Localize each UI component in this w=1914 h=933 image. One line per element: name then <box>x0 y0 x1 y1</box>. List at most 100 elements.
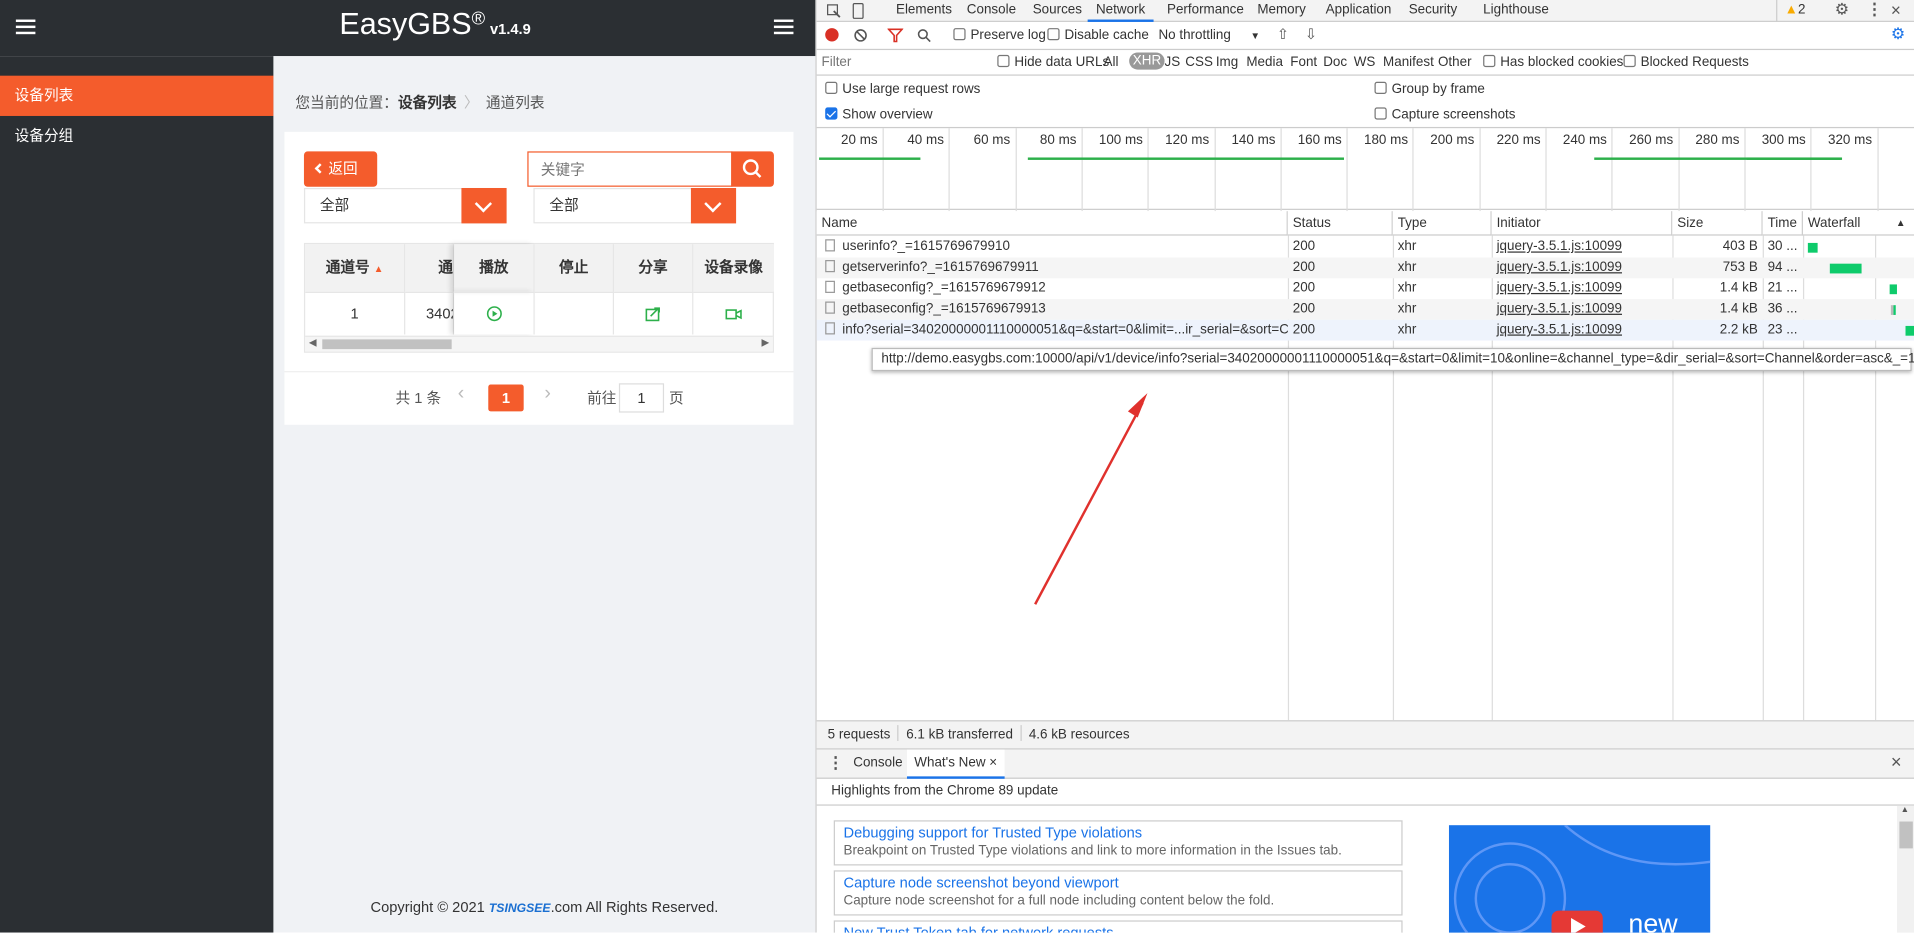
tab-elements[interactable]: Elements <box>896 0 952 22</box>
type-img[interactable]: Img <box>1216 55 1238 70</box>
tab-lighthouse[interactable]: Lighthouse <box>1483 0 1549 22</box>
scroll-left-icon[interactable]: ◀ <box>309 337 317 348</box>
request-row[interactable]: userinfo?_=1615769679910 200 xhr jquery-3.5… <box>817 237 1914 258</box>
drawer-menu-icon[interactable]: ⋮ <box>828 753 844 773</box>
scrollbar-thumb[interactable] <box>322 339 452 350</box>
col-waterfall[interactable]: Waterfall ▲ <box>1802 211 1914 236</box>
back-button[interactable]: 返回 <box>303 151 378 187</box>
search-icon[interactable] <box>917 28 932 43</box>
type-media[interactable]: Media <box>1246 55 1283 70</box>
col-status[interactable]: Status <box>1287 211 1393 236</box>
chevron-down-icon[interactable] <box>690 187 737 224</box>
blocked-cookies-checkbox[interactable]: Has blocked cookies <box>1483 54 1623 70</box>
tab-security[interactable]: Security <box>1409 0 1458 22</box>
whats-new-item-title[interactable]: Capture node screenshot beyond viewport <box>844 874 1393 891</box>
blocked-requests-checkbox[interactable]: Blocked Requests <box>1623 54 1749 70</box>
request-initiator[interactable]: jquery-3.5.1.js:10099 <box>1492 320 1673 341</box>
tab-network[interactable]: Network <box>1087 0 1154 22</box>
scroll-up-icon[interactable]: ▲ <box>1901 806 1909 815</box>
drawer-tab-console[interactable]: Console <box>853 756 902 771</box>
search-input[interactable] <box>528 152 712 186</box>
sidebar-item-device-group[interactable]: 设备分组 <box>0 116 273 156</box>
request-initiator[interactable]: jquery-3.5.1.js:10099 <box>1492 278 1673 299</box>
request-row[interactable]: getbaseconfig?_=1615769679913 200 xhr jquer… <box>816 299 1914 320</box>
type-xhr[interactable]: XHR <box>1129 52 1165 70</box>
request-initiator[interactable]: jquery-3.5.1.js:10099 <box>1492 237 1673 258</box>
type-all[interactable]: All <box>1104 55 1119 70</box>
breadcrumb-device-list[interactable]: 设备列表 <box>398 94 457 111</box>
drawer-tab-whats-new[interactable]: What's New × <box>906 749 1005 779</box>
inspect-element-icon[interactable] <box>826 4 841 19</box>
issues-badge[interactable]: ▲2 <box>1776 0 1805 22</box>
col-time[interactable]: Time <box>1762 211 1803 236</box>
pager-goto-input[interactable]: 1 <box>618 383 665 413</box>
import-har-icon[interactable]: ⇧ <box>1277 26 1289 43</box>
play-icon[interactable] <box>485 305 502 322</box>
filter-input[interactable] <box>817 52 983 73</box>
header-channel-no[interactable]: 通道号 ▲ <box>305 244 406 292</box>
tab-application[interactable]: Application <box>1326 0 1392 22</box>
type-select[interactable]: 全部 <box>533 187 737 224</box>
type-js[interactable]: JS <box>1165 55 1181 70</box>
whats-new-item[interactable]: New Trust Token tab for network requests <box>833 920 1403 933</box>
share-icon[interactable] <box>645 305 662 322</box>
tab-performance[interactable]: Performance <box>1167 0 1244 22</box>
whats-new-item-title[interactable]: New Trust Token tab for network requests <box>844 924 1393 933</box>
type-other[interactable]: Other <box>1438 55 1472 70</box>
close-tab-icon[interactable]: × <box>989 756 997 771</box>
capture-screenshots-checkbox[interactable]: Capture screenshots <box>1374 107 1515 122</box>
type-ws[interactable]: WS <box>1354 55 1376 70</box>
more-options-icon[interactable]: ⋮ <box>1866 0 1882 20</box>
whats-new-item-title[interactable]: Debugging support for Trusted Type viola… <box>844 824 1393 841</box>
network-settings-icon[interactable]: ⚙ <box>1891 24 1905 44</box>
status-select[interactable]: 全部 <box>303 187 507 224</box>
group-by-frame-checkbox[interactable]: Group by frame <box>1374 81 1485 96</box>
request-initiator[interactable]: jquery-3.5.1.js:10099 <box>1492 258 1673 279</box>
chrome-update-promo[interactable]: new <box>1448 825 1711 933</box>
tab-memory[interactable]: Memory <box>1257 0 1306 22</box>
type-css[interactable]: CSS <box>1185 55 1213 70</box>
settings-gear-icon[interactable]: ⚙ <box>1835 0 1849 20</box>
show-overview-checkbox[interactable]: Show overview <box>825 107 933 122</box>
export-har-icon[interactable]: ⇩ <box>1305 26 1317 43</box>
whats-new-item[interactable]: Debugging support for Trusted Type viola… <box>833 820 1403 866</box>
disable-cache-checkbox[interactable]: Disable cache <box>1047 28 1149 43</box>
device-toolbar-icon[interactable] <box>851 2 866 19</box>
menu-right-icon[interactable] <box>773 19 794 35</box>
drawer-scrollbar[interactable]: ▲ <box>1896 805 1914 933</box>
col-type[interactable]: Type <box>1392 211 1492 236</box>
type-doc[interactable]: Doc <box>1323 55 1347 70</box>
close-drawer-icon[interactable]: × <box>1891 752 1902 773</box>
close-devtools-icon[interactable]: × <box>1891 0 1901 20</box>
chevron-down-icon[interactable] <box>461 187 507 224</box>
large-rows-checkbox[interactable]: Use large request rows <box>825 81 980 96</box>
network-overview[interactable]: 20 ms 40 ms 60 ms 80 ms 100 ms 120 ms 140 ms 16… <box>816 126 1914 212</box>
whats-new-item[interactable]: Capture node screenshot beyond viewport … <box>833 870 1403 916</box>
horizontal-scrollbar[interactable]: ◀ ▶ <box>305 335 773 352</box>
request-row[interactable]: info?serial=34020000001110000051&q=&star… <box>816 319 1914 341</box>
request-initiator[interactable]: jquery-3.5.1.js:10099 <box>1492 299 1673 320</box>
pager-next-button[interactable]: › <box>544 383 551 405</box>
type-manifest[interactable]: Manifest <box>1383 55 1434 70</box>
col-initiator[interactable]: Initiator <box>1491 211 1673 236</box>
col-name[interactable]: Name <box>816 211 1288 236</box>
menu-icon[interactable] <box>15 19 36 35</box>
scroll-right-icon[interactable]: ▶ <box>762 337 770 348</box>
tab-sources[interactable]: Sources <box>1033 0 1082 22</box>
col-size[interactable]: Size <box>1672 211 1763 236</box>
search-button[interactable] <box>731 151 774 187</box>
scrollbar-thumb[interactable] <box>1899 821 1913 849</box>
request-row[interactable]: getserverinfo?_=1615769679911 200 xhr jquer… <box>816 257 1914 279</box>
sort-asc-icon[interactable]: ▲ <box>374 264 384 275</box>
type-font[interactable]: Font <box>1290 55 1317 70</box>
request-row[interactable]: getbaseconfig?_=1615769679912 200 xhr jquer… <box>817 278 1914 299</box>
video-icon[interactable] <box>725 305 742 322</box>
sidebar-item-device-list[interactable]: 设备列表 <box>0 75 274 116</box>
filter-icon[interactable] <box>887 28 904 43</box>
hide-data-urls-checkbox[interactable]: Hide data URLs <box>997 54 1109 70</box>
throttling-select[interactable]: No throttling ▼ <box>1158 28 1260 43</box>
record-icon[interactable] <box>825 28 839 42</box>
preserve-log-checkbox[interactable]: Preserve log <box>953 28 1046 43</box>
pager-prev-button[interactable]: ‹ <box>458 383 465 405</box>
clear-icon[interactable] <box>853 28 868 43</box>
